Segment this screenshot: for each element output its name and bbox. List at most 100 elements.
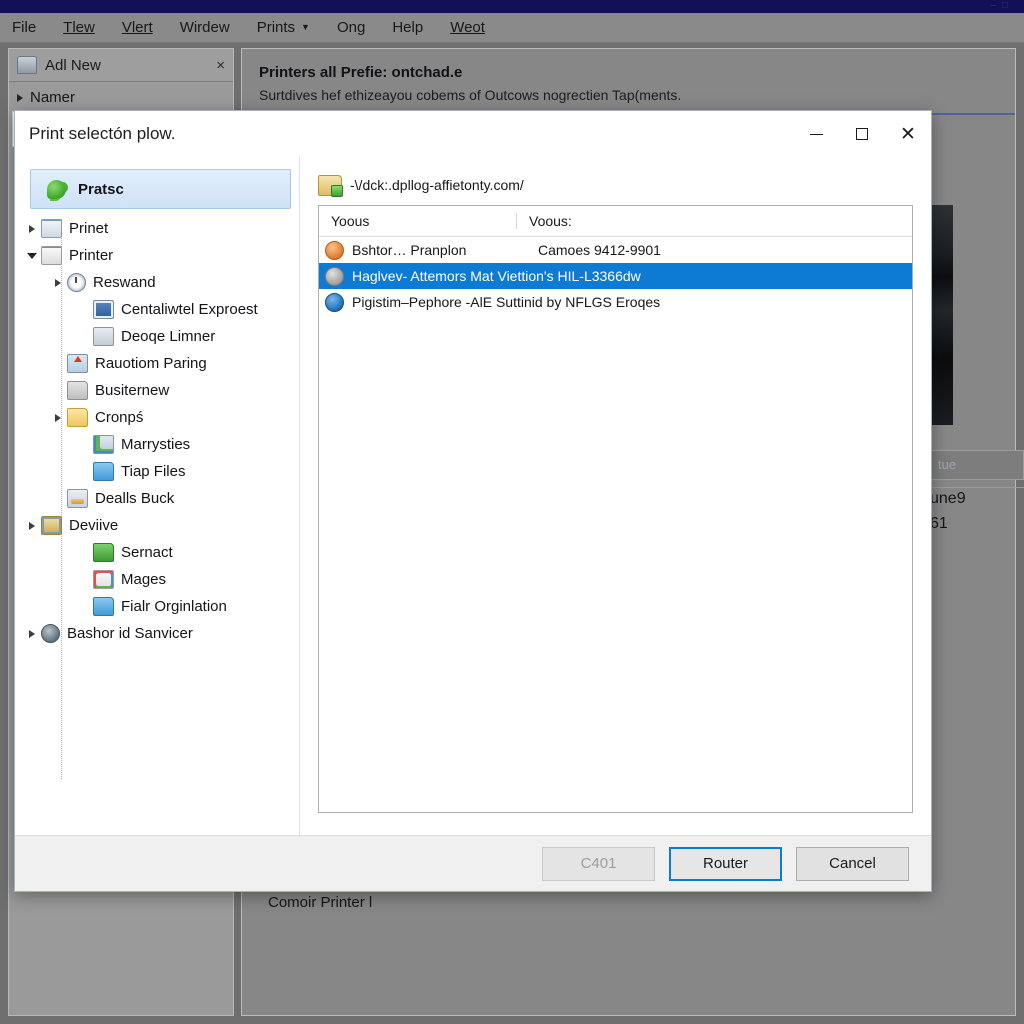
background-panel-row[interactable]: Namer bbox=[17, 89, 75, 106]
chevron-right-icon[interactable] bbox=[49, 279, 67, 287]
c401-button[interactable]: C401 bbox=[542, 847, 655, 881]
background-side-value-2: 61 bbox=[930, 515, 948, 533]
tree-item[interactable]: Deoqe Limner bbox=[15, 323, 299, 350]
tree-item-label: Deoqe Limner bbox=[121, 328, 215, 345]
path-bar[interactable]: -\/dck:.dpllog-affietonty.com/ bbox=[318, 171, 913, 199]
printer-photo bbox=[930, 205, 953, 425]
folder-blue-icon bbox=[93, 462, 114, 481]
maximize-icon[interactable] bbox=[839, 111, 885, 157]
tree-item-label: Busiternew bbox=[95, 382, 169, 399]
network-folder-icon bbox=[318, 175, 342, 196]
chevron-down-icon[interactable] bbox=[23, 253, 41, 259]
tree-item[interactable]: Dealls Buck bbox=[15, 485, 299, 512]
menu-item-vlert[interactable]: Vlert bbox=[122, 19, 153, 36]
chevron-right-icon[interactable] bbox=[49, 414, 67, 422]
screen: –□ File Tlew Vlert Wirdew Prints▼ Ong He… bbox=[0, 0, 1024, 1024]
folder-green-icon bbox=[93, 543, 114, 562]
tree-rows: Prinet Printer Reswand Centaliwtel Exproest… bbox=[15, 215, 299, 647]
list-item-name: Haglvev- Attemors Mat Viettion's HIL-L33… bbox=[352, 268, 912, 284]
tree-item[interactable]: Cronpś bbox=[15, 404, 299, 431]
tree-item-label: Fialr Orginlation bbox=[121, 598, 227, 615]
background-heading: Printers all Prefie: ontchad.e bbox=[259, 64, 462, 81]
close-icon[interactable]: × bbox=[216, 57, 225, 74]
tree-item[interactable]: Bashor id Sanvicer bbox=[15, 620, 299, 647]
tree-item[interactable]: Printer bbox=[15, 242, 299, 269]
menu-item-file[interactable]: File bbox=[12, 19, 36, 36]
list-item[interactable]: Bshtor… PranplonCamoes 9412-9901 bbox=[319, 237, 912, 263]
tree-item[interactable]: Tiap Files bbox=[15, 458, 299, 485]
chevron-right-icon[interactable] bbox=[23, 225, 41, 233]
tree-item[interactable]: Reswand bbox=[15, 269, 299, 296]
column-header-1[interactable]: Yoous bbox=[319, 213, 517, 229]
background-menubar: File Tlew Vlert Wirdew Prints▼ Ong Help … bbox=[0, 13, 1024, 43]
clock-icon bbox=[67, 273, 86, 292]
tree-item-label: Tiap Files bbox=[121, 463, 185, 480]
tree-item-label: Mages bbox=[121, 571, 166, 588]
book-icon bbox=[67, 489, 88, 508]
tree-item[interactable]: Deviive bbox=[15, 512, 299, 539]
dialog-footer: C401 Router Cancel bbox=[15, 835, 931, 891]
photo-icon bbox=[93, 300, 114, 319]
menu-item-prints[interactable]: Prints▼ bbox=[257, 19, 310, 36]
minimize-icon[interactable] bbox=[793, 111, 839, 157]
menu-item-file-label: File bbox=[12, 19, 36, 36]
background-side-field[interactable]: tue bbox=[930, 450, 1024, 480]
column-header-2[interactable]: Voous: bbox=[517, 213, 912, 229]
menu-item-ong-label: Ong bbox=[337, 19, 365, 36]
tree-item[interactable]: Marrysties bbox=[15, 431, 299, 458]
background-panel-tab-label: Adl New bbox=[45, 57, 216, 74]
close-icon[interactable]: ✕ bbox=[885, 111, 931, 157]
tree-item-label: Cronpś bbox=[95, 409, 143, 426]
tree-item-label: Reswand bbox=[93, 274, 156, 291]
background-side-value-1: une9 bbox=[930, 490, 966, 508]
tree-item-label: Dealls Buck bbox=[95, 490, 174, 507]
tree-item-pratsc-label: Pratsc bbox=[78, 181, 124, 198]
tree-item-label: Printer bbox=[69, 247, 113, 264]
menu-item-help[interactable]: Help bbox=[392, 19, 423, 36]
cancel-button[interactable]: Cancel bbox=[796, 847, 909, 881]
menu-item-vlert-label: Vlert bbox=[122, 19, 153, 36]
list-item-name: Pigistim–Pephore -AlE Suttinid by NFLGS … bbox=[352, 294, 912, 310]
menu-item-help-label: Help bbox=[392, 19, 423, 36]
apps-icon bbox=[93, 570, 114, 589]
list-item-value: Camoes 9412-9901 bbox=[538, 242, 912, 258]
clover-icon bbox=[47, 180, 66, 199]
folder-yellow-icon bbox=[67, 408, 88, 427]
list-item-name: Bshtor… Pranplon bbox=[352, 242, 538, 258]
tree-item[interactable]: Sernact bbox=[15, 539, 299, 566]
dialog-titlebar: Print selectón plow. ✕ bbox=[15, 111, 931, 157]
tree-item-pratsc[interactable]: Pratsc bbox=[30, 169, 291, 209]
chevron-right-icon[interactable] bbox=[23, 630, 41, 638]
tree-item[interactable]: Rauotiom Paring bbox=[15, 350, 299, 377]
menu-item-ong[interactable]: Ong bbox=[337, 19, 365, 36]
list-item[interactable]: Pigistim–Pephore -AlE Suttinid by NFLGS … bbox=[319, 289, 912, 315]
folder-gray-icon bbox=[67, 381, 88, 400]
menu-item-wirdew[interactable]: Wirdew bbox=[180, 19, 230, 36]
tree-item[interactable]: Fialr Orginlation bbox=[15, 593, 299, 620]
list-item[interactable]: Haglvev- Attemors Mat Viettion's HIL-L33… bbox=[319, 263, 912, 289]
navigation-tree: Pratsc Prinet Printer Reswand Centaliwtel E… bbox=[15, 157, 300, 837]
tree-item-label: Marrysties bbox=[121, 436, 190, 453]
menu-item-tlew[interactable]: Tlew bbox=[63, 19, 95, 36]
info-icon bbox=[325, 293, 344, 312]
list-rows: Bshtor… PranplonCamoes 9412-9901 Haglvev-… bbox=[319, 237, 912, 315]
chevron-right-icon[interactable] bbox=[23, 522, 41, 530]
tree-item[interactable]: Centaliwtel Exproest bbox=[15, 296, 299, 323]
menu-item-weot[interactable]: Weot bbox=[450, 19, 485, 36]
chart-icon bbox=[93, 435, 114, 454]
menu-item-weot-label: Weot bbox=[450, 19, 485, 36]
background-panel-tab[interactable]: Adl New × bbox=[9, 49, 233, 82]
background-panel-row-label: Namer bbox=[30, 89, 75, 106]
tree-item[interactable]: Prinet bbox=[15, 215, 299, 242]
folder-blue-icon bbox=[93, 597, 114, 616]
tree-item[interactable]: Busiternew bbox=[15, 377, 299, 404]
export-icon bbox=[93, 327, 114, 346]
printer-listbox[interactable]: Yoous Voous: Bshtor… PranplonCamoes 9412… bbox=[318, 205, 913, 813]
background-window-controls[interactable]: –□ bbox=[990, 0, 1014, 11]
dialog-content: -\/dck:.dpllog-affietonty.com/ Yoous Voo… bbox=[300, 157, 931, 837]
router-button[interactable]: Router bbox=[669, 847, 782, 881]
tree-item-label: Deviive bbox=[69, 517, 118, 534]
gray-icon bbox=[325, 267, 344, 286]
tree-item[interactable]: Mages bbox=[15, 566, 299, 593]
background-window-titlebar: –□ bbox=[0, 0, 1024, 14]
